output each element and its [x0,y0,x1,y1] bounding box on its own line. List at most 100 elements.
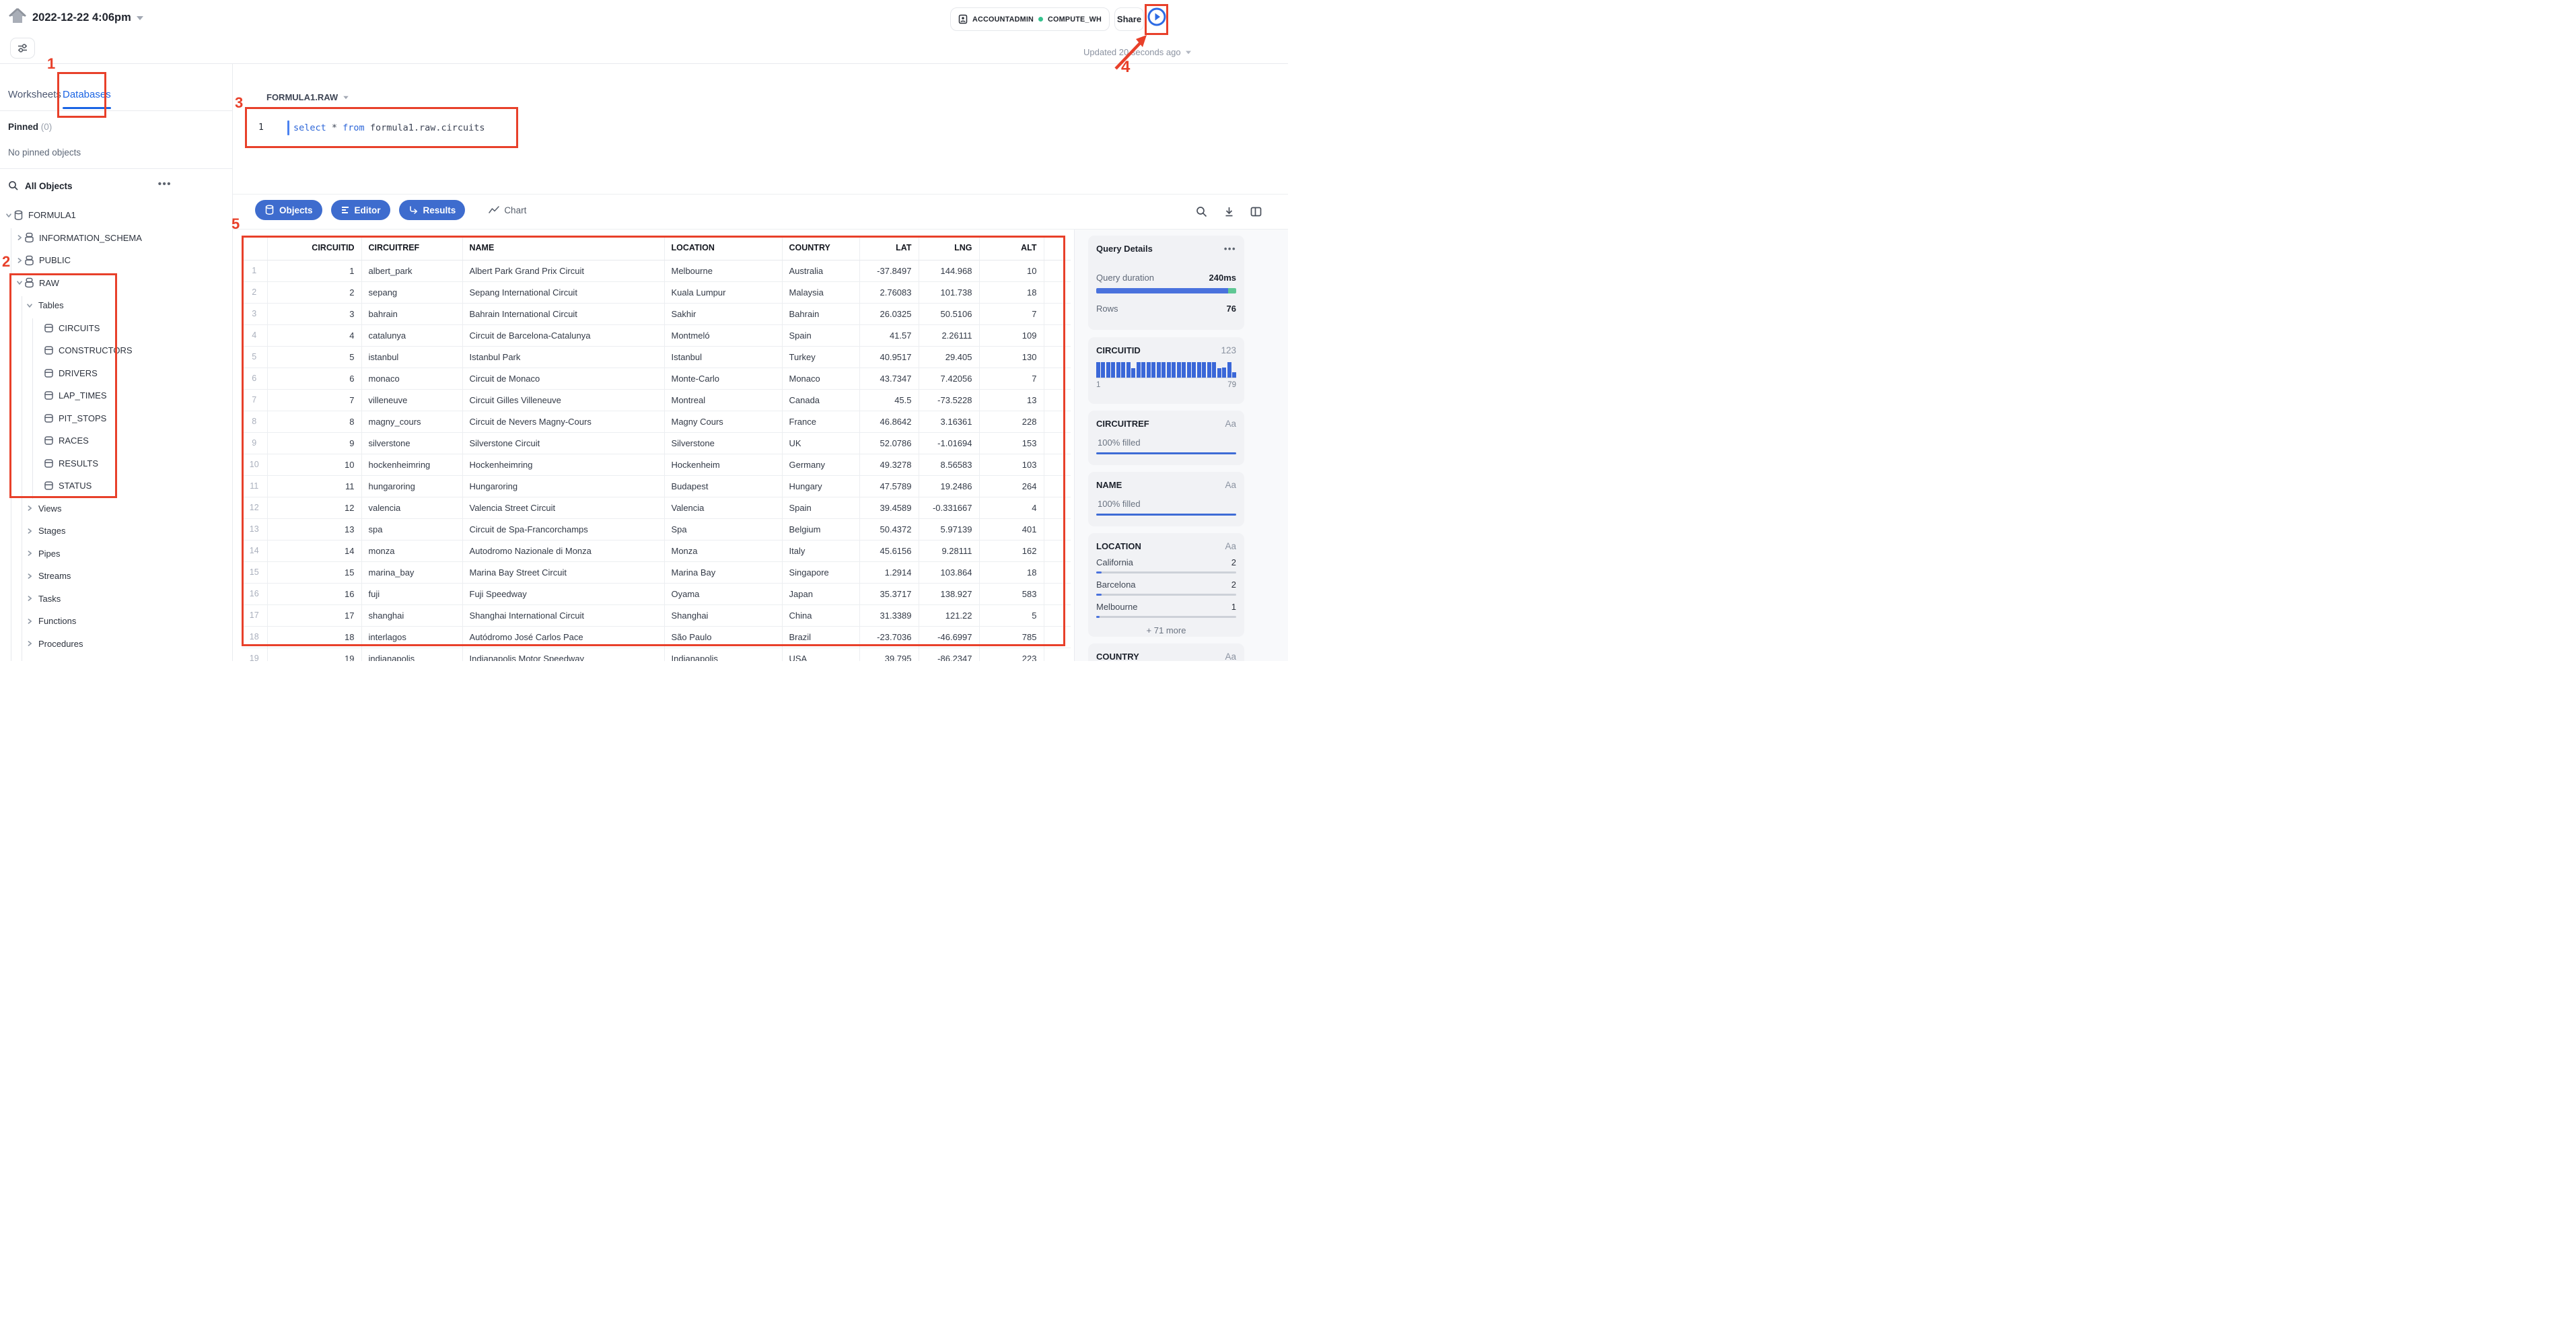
tree-item-lap_times[interactable]: LAP_TIMES [0,384,232,407]
tree-item-public[interactable]: PUBLIC [0,249,232,272]
table-icon [44,481,55,491]
histogram-bar [1182,362,1186,378]
chevron-down-icon[interactable] [25,302,34,309]
chevron-right-icon[interactable] [25,528,34,534]
chevron-right-icon[interactable] [25,573,34,580]
chevron-right-icon[interactable] [15,234,24,241]
tree-item-streams[interactable]: Streams [0,565,232,588]
top-value-row: Barcelona 2 [1096,580,1236,596]
circuitid-histogram[interactable] [1096,362,1237,378]
worksheet-context-selector[interactable]: FORMULA1.RAW [266,92,349,102]
tree-item-tables[interactable]: Tables [0,294,232,317]
table-cell: Magny Cours [664,411,783,433]
download-icon[interactable] [1223,206,1235,217]
tree-item-constructors[interactable]: CONSTRUCTORS [0,339,232,362]
location-stats-card: LOCATION Aa California 2 Barcelona 2 Melbo… [1088,533,1244,637]
chevron-down-icon[interactable] [15,279,24,286]
updated-status[interactable]: Updated 20 seconds ago [1083,47,1192,57]
tree-item-label: LAP_TIMES [59,390,107,401]
pinned-label: Pinned (0) [8,122,52,132]
tree-item-procedures[interactable]: Procedures [0,633,232,656]
tree-item-pit_stops[interactable]: PIT_STOPS [0,407,232,430]
tree-item-status[interactable]: STATUS [0,475,232,497]
tab-editor[interactable]: Editor [330,200,390,220]
chevron-down-icon[interactable] [4,212,13,219]
table-cell: monza [361,540,463,562]
tree-item-circuits[interactable]: CIRCUITS [0,317,232,340]
table-cell: -0.331667 [919,497,980,519]
chevron-right-icon[interactable] [25,640,34,647]
tree-item-functions[interactable]: Functions [0,610,232,633]
chevron-right-icon[interactable] [15,257,24,264]
filters-button[interactable] [10,38,35,59]
column-header-circuitref[interactable]: CIRCUITREF [361,236,463,260]
table-cell: spa [361,518,463,541]
chevron-right-icon[interactable] [25,550,34,557]
tab-results[interactable]: Results [398,200,466,220]
table-cell: 52.0786 [859,432,919,454]
tree-item-stages[interactable]: Stages [0,520,232,543]
table-cell: 13 [267,518,362,541]
zigzag-icon [489,206,500,214]
table-cell: 7 [979,303,1044,325]
table-cell: Istanbul Park [462,346,665,368]
histogram-bar [1096,362,1100,378]
table-row: 2 2 sepang Sepang International Circuit Kual… [242,281,1071,304]
sql-code-line[interactable]: select * from formula1.raw.circuits [293,123,485,133]
table-cell: Circuit de Nevers Magny-Cours [462,411,665,433]
tree-item-tasks[interactable]: Tasks [0,588,232,611]
table-cell: albert_park [361,260,463,282]
column-name: LOCATION [1096,541,1141,551]
all-objects-row[interactable]: All Objects ••• [0,169,232,204]
column-name: COUNTRY [1096,652,1139,661]
tree-item-raw[interactable]: RAW [0,272,232,295]
histogram-bar [1116,362,1120,378]
session-context-button[interactable]: ACCOUNTADMIN COMPUTE_WH [950,7,1110,31]
column-header-circuitid[interactable]: CIRCUITID [267,236,362,260]
column-header-alt[interactable]: ALT [979,236,1044,260]
table-cell: 18 [979,561,1044,584]
database-icon [264,205,275,215]
split-columns-icon[interactable] [1250,206,1262,217]
table-cell: indianapolis [361,648,463,661]
column-header-lng[interactable]: LNG [919,236,980,260]
tab-objects[interactable]: Objects [255,200,322,220]
table-cell: 9 [267,432,362,454]
tree-item-formula1[interactable]: FORMULA1 [0,204,232,227]
chevron-right-icon[interactable] [25,505,34,512]
run-query-button[interactable] [1147,7,1166,26]
sql-token: select [293,123,326,133]
tab-worksheets[interactable]: Worksheets [8,89,61,100]
column-header-name[interactable]: NAME [462,236,665,260]
chevron-right-icon[interactable] [25,595,34,602]
column-header-location[interactable]: LOCATION [664,236,783,260]
tree-item-snowflake[interactable]: SNOWFLAKE [0,655,232,661]
value-bar [1096,594,1236,596]
tree-item-pipes[interactable]: Pipes [0,543,232,565]
search-results-icon[interactable] [1196,206,1207,217]
tree-item-drivers[interactable]: DRIVERS [0,362,232,385]
home-icon[interactable] [9,8,26,24]
tab-chart[interactable]: Chart [479,200,536,220]
tab-databases[interactable]: Databases [63,89,111,109]
table-row: 6 6 monaco Circuit de Monaco Monte-Carlo Mona… [242,368,1071,390]
column-header-country[interactable]: COUNTRY [782,236,860,260]
tree-item-information_schema[interactable]: INFORMATION_SCHEMA [0,227,232,250]
show-more-values[interactable]: + 71 more [1096,625,1236,635]
card-menu-icon[interactable]: ••• [1224,244,1236,254]
table-cell: 46.8642 [859,411,919,433]
worksheet-title[interactable]: 2022-12-22 4:06pm [32,11,143,24]
name-stats-card: NAME Aa 100% filled [1088,472,1244,526]
tree-item-results[interactable]: RESULTS [0,452,232,475]
share-button[interactable]: Share [1114,7,1144,31]
tree-item-views[interactable]: Views [0,497,232,520]
duration-bar [1096,288,1236,293]
duration-value: 240ms [1209,273,1236,283]
column-header-lat[interactable]: LAT [859,236,919,260]
histogram-bar [1207,362,1211,378]
chevron-right-icon[interactable] [25,618,34,625]
tree-item-races[interactable]: RACES [0,429,232,452]
table-cell: 7 [979,368,1044,390]
table-cell: 6 [267,368,362,390]
objects-menu-icon[interactable]: ••• [158,178,172,190]
